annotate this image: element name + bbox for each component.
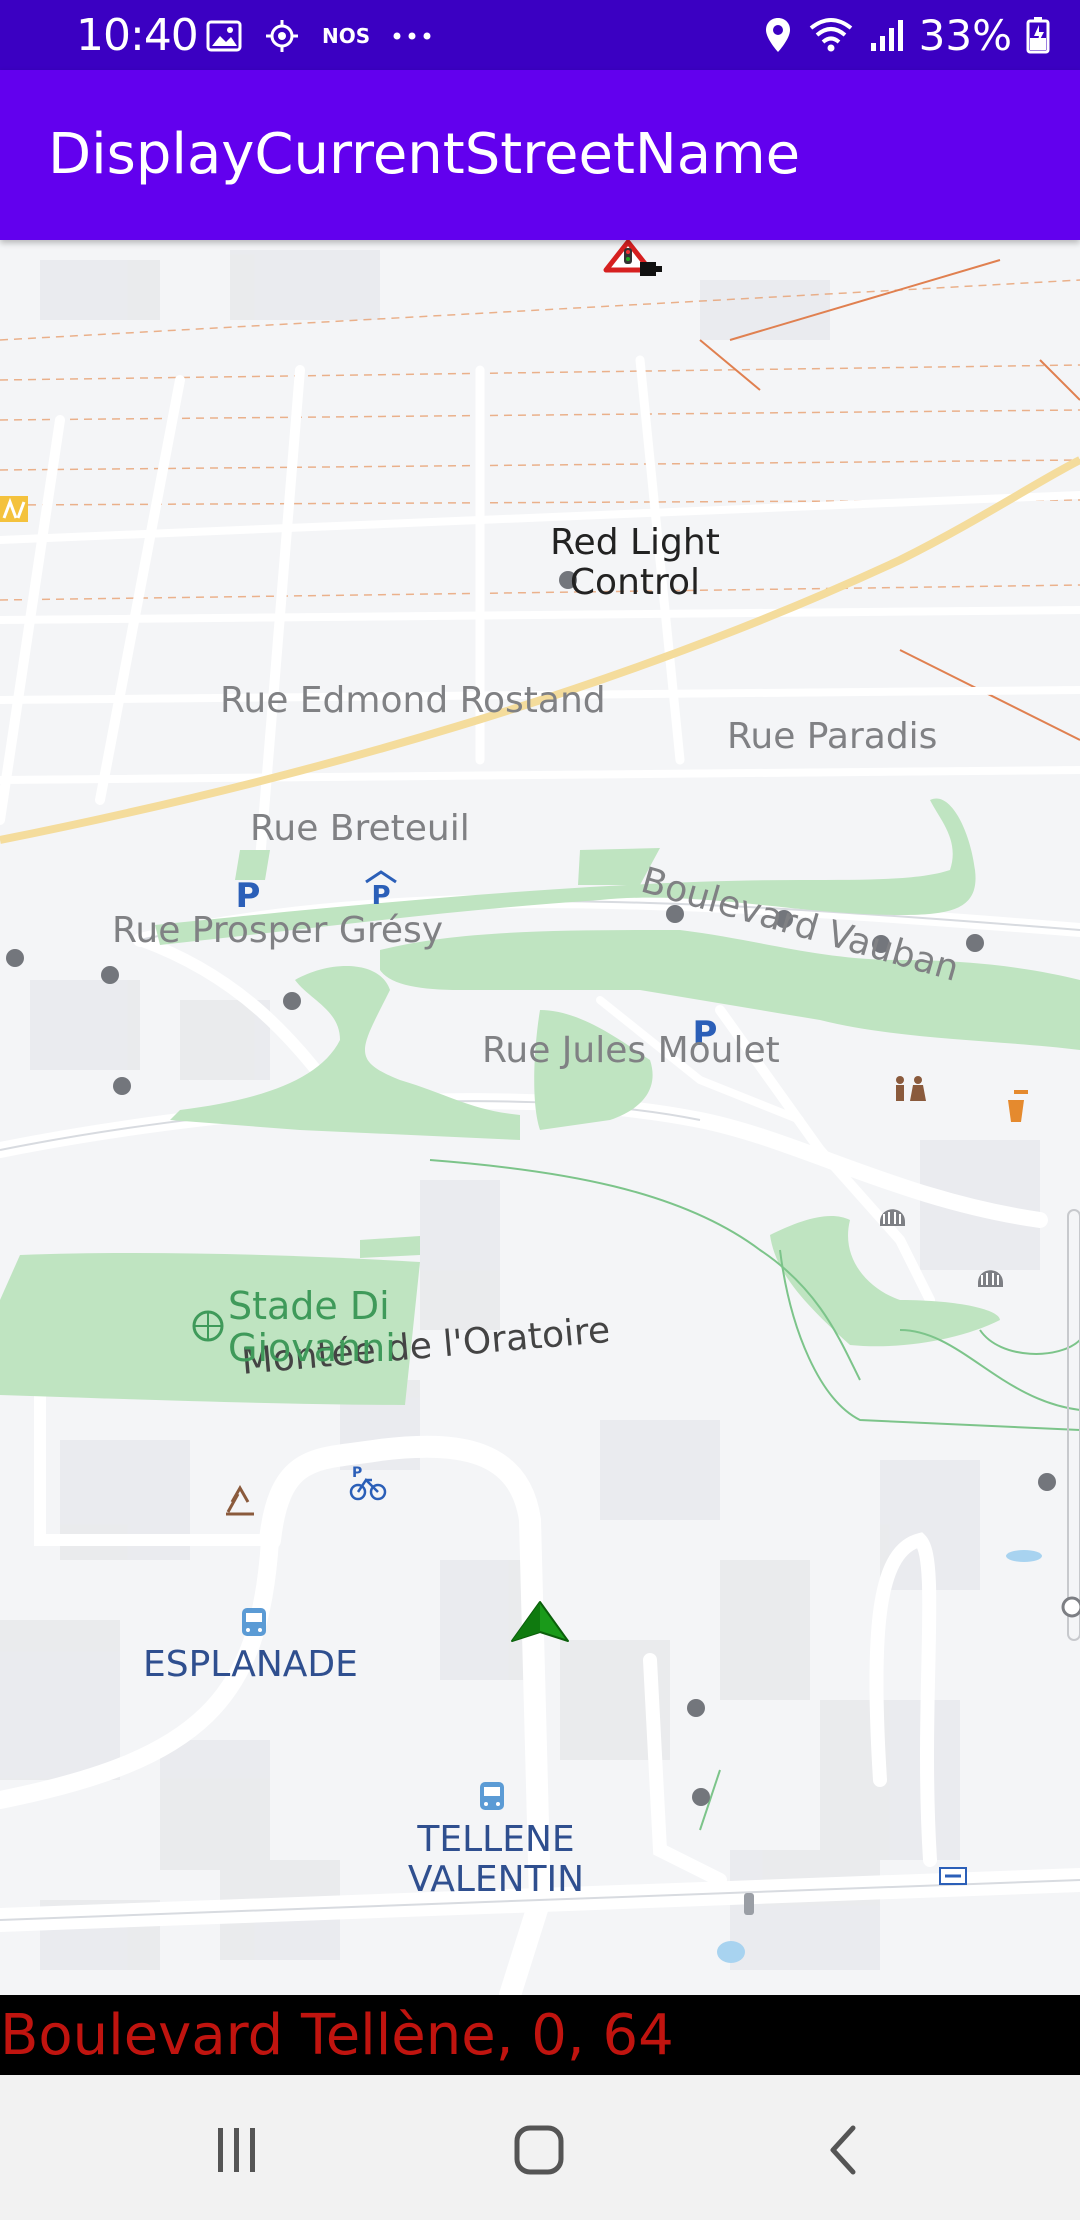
current-street-banner: Boulevard Tellène, 0, 64 — [0, 1995, 1080, 2075]
current-street-text: Boulevard Tellène, 0, 64 — [0, 2003, 674, 2068]
image-icon — [206, 20, 242, 52]
system-nav-bar — [0, 2075, 1080, 2220]
gate-icon-2 — [978, 1270, 1003, 1287]
back-button[interactable] — [798, 2105, 888, 2195]
back-icon — [830, 2125, 856, 2175]
bus-stop-icon-1 — [242, 1608, 266, 1636]
svg-text:P: P — [352, 1465, 362, 1481]
status-notification-icons: NOS — [206, 16, 432, 56]
label-red-light-line1: Red Light — [550, 522, 720, 563]
label-esplanade: ESPLANADE — [143, 1644, 358, 1685]
status-system-icons: 33% — [763, 10, 1050, 60]
wifi-icon — [809, 18, 852, 52]
blue-sign-icon — [939, 1867, 967, 1885]
app-bar: DisplayCurrentStreetName — [0, 70, 1080, 240]
label-tellene-line1: TELLENE — [417, 1819, 575, 1860]
label-stade-di-giovanni: Stade Di Giovanni — [228, 1285, 396, 1369]
label-rue-breteuil: Rue Breteuil — [250, 808, 470, 849]
svg-text:P: P — [371, 881, 390, 911]
red-light-control-icon — [603, 240, 662, 276]
label-red-light-line2: Control — [569, 562, 701, 603]
recent-apps-button[interactable] — [192, 2105, 282, 2195]
label-rue-prosper-gresy: Rue Prosper Grésy — [112, 910, 444, 951]
status-time: 10:40 — [76, 10, 199, 61]
location-pin-icon — [765, 18, 790, 52]
more-dots-icon — [393, 32, 431, 40]
bus-stop-icon-2 — [480, 1782, 504, 1810]
recent-apps-icon — [218, 2128, 255, 2172]
home-icon — [514, 2125, 564, 2175]
yellow-sign-icon — [0, 496, 28, 522]
bike-parking-icon: P — [349, 1465, 387, 1501]
label-rue-edmond-rostand: Rue Edmond Rostand — [220, 680, 606, 721]
label-tellene-line2: VALENTIN — [407, 1859, 585, 1900]
signal-icon — [870, 20, 903, 51]
label-rue-jules-moulet: Rue Jules Moulet — [482, 1030, 780, 1071]
traffic-light-icon — [744, 1893, 754, 1915]
battery-percent: 33% — [918, 10, 1012, 60]
home-button[interactable] — [494, 2105, 584, 2195]
scroll-edge — [1067, 1209, 1080, 1641]
map-parks — [0, 798, 1080, 1405]
status-bar: 10:40 NOS 33% — [0, 0, 1080, 70]
map-view[interactable]: P P P P Red Light Control Rue Edmond Ros… — [0, 240, 1080, 1995]
app-title: DisplayCurrentStreetName — [48, 122, 801, 187]
label-stade-line1: Stade Di — [228, 1284, 390, 1328]
nos-label: NOS — [322, 24, 371, 48]
label-rue-paradis: Rue Paradis — [727, 716, 938, 757]
drinking-icon — [1008, 1090, 1028, 1122]
location-target-icon — [266, 20, 298, 52]
battery-icon — [1026, 17, 1050, 54]
label-red-light-control: Red Light Control — [530, 523, 740, 603]
label-tellene-valentin: TELLENE VALENTIN — [396, 1820, 596, 1900]
label-stade-line2: Giovanni — [228, 1326, 396, 1370]
gate-icon-1 — [880, 1209, 905, 1226]
water-pond — [717, 1941, 745, 1963]
map-canvas[interactable]: P P P P — [0, 240, 1080, 1995]
recycling-icon — [226, 1484, 254, 1516]
stadium-icon — [192, 1310, 224, 1342]
toilets-icon — [896, 1076, 926, 1101]
